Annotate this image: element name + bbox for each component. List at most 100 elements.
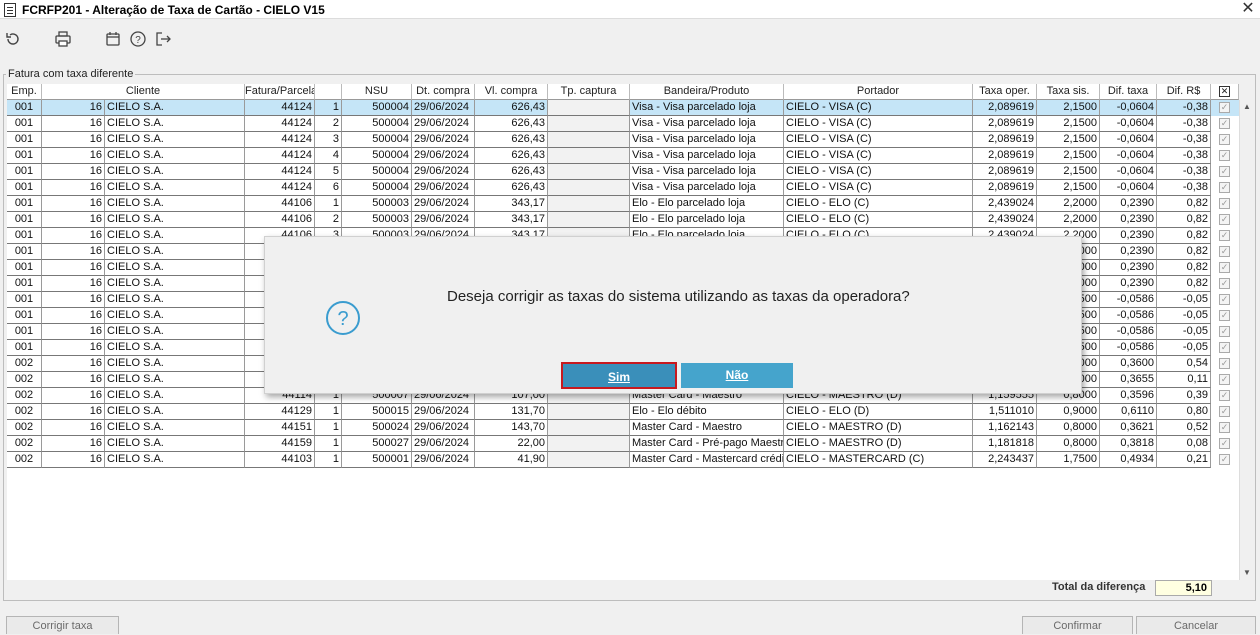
cell-nsu: 500004	[342, 180, 412, 196]
row-checkbox[interactable]: ✓	[1219, 422, 1230, 433]
cell-emp: 001	[7, 116, 42, 132]
table-row[interactable]: 001 16 CIELO S.A. 44124 1 500004 29/06/2024 626…	[7, 100, 1239, 116]
cell-bandeira: Elo - Elo parcelado loja	[630, 212, 784, 228]
cell-dift: 0,3600	[1100, 356, 1157, 372]
cell-dt: 29/06/2024	[412, 148, 475, 164]
table-row[interactable]: 001 16 CIELO S.A. 44124 5 500004 29/06/2024 626…	[7, 164, 1239, 180]
help-icon[interactable]: ?	[127, 28, 149, 50]
column-header[interactable]: Bandeira/Produto	[630, 84, 784, 100]
cell-cod: 16	[42, 404, 105, 420]
total-value: 5,10	[1155, 580, 1212, 596]
cell-emp: 001	[7, 324, 42, 340]
column-header[interactable]: NSU	[342, 84, 412, 100]
row-checkbox[interactable]: ✓	[1219, 182, 1230, 193]
column-header[interactable]: Cliente	[42, 84, 245, 100]
column-header[interactable]: Vl. compra	[475, 84, 548, 100]
cell-dift: 0,2390	[1100, 276, 1157, 292]
row-checkbox[interactable]: ✓	[1219, 118, 1230, 129]
cell-difr: -0,38	[1157, 148, 1211, 164]
cell-vl: 131,70	[475, 404, 548, 420]
table-row[interactable]: 002 16 CIELO S.A. 44103 1 500001 29/06/2024 41,…	[7, 452, 1239, 468]
cell-nsu: 500015	[342, 404, 412, 420]
cell-txsis: 2,2000	[1037, 212, 1100, 228]
cell-emp: 001	[7, 148, 42, 164]
sim-button[interactable]: Sim	[561, 362, 677, 389]
cancelar-button[interactable]: Cancelar	[1136, 616, 1256, 634]
column-header[interactable]: Taxa oper.	[973, 84, 1037, 100]
row-checkbox[interactable]: ✓	[1219, 326, 1230, 337]
column-header[interactable]: Tp. captura	[548, 84, 630, 100]
cell-nsu: 500027	[342, 436, 412, 452]
table-row[interactable]: 001 16 CIELO S.A. 44124 2 500004 29/06/2024 626…	[7, 116, 1239, 132]
corrigir-taxa-button[interactable]: Corrigir taxa	[6, 616, 119, 634]
cell-parc: 1	[315, 420, 342, 436]
column-header[interactable]: Dif. taxa	[1100, 84, 1157, 100]
cell-dift: 0,3818	[1100, 436, 1157, 452]
column-header[interactable]: Emp.	[7, 84, 42, 100]
column-header[interactable]: Portador	[784, 84, 973, 100]
select-all-checkbox[interactable]: ✕	[1211, 84, 1239, 100]
cell-dift: 0,2390	[1100, 228, 1157, 244]
close-button[interactable]: ✕	[1238, 0, 1258, 18]
cell-emp: 001	[7, 292, 42, 308]
table-row[interactable]: 002 16 CIELO S.A. 44129 1 500015 29/06/2024 131…	[7, 404, 1239, 420]
cell-cliente: CIELO S.A.	[105, 196, 245, 212]
nao-button[interactable]: Não	[681, 363, 793, 388]
cell-cliente: CIELO S.A.	[105, 324, 245, 340]
row-checkbox[interactable]: ✓	[1219, 294, 1230, 305]
calendar-icon[interactable]	[102, 28, 124, 50]
row-checkbox[interactable]: ✓	[1219, 102, 1230, 113]
row-checkbox[interactable]: ✓	[1219, 342, 1230, 353]
table-row[interactable]: 002 16 CIELO S.A. 44151 1 500024 29/06/2024 143…	[7, 420, 1239, 436]
cell-bandeira: Elo - Elo parcelado loja	[630, 196, 784, 212]
column-header[interactable]: Taxa sis.	[1037, 84, 1100, 100]
vertical-scrollbar[interactable]: ▲ ▼	[1239, 100, 1253, 580]
table-row[interactable]: 002 16 CIELO S.A. 44159 1 500027 29/06/2024 22,…	[7, 436, 1239, 452]
cell-dift: 0,2390	[1100, 260, 1157, 276]
cell-emp: 001	[7, 228, 42, 244]
row-checkbox[interactable]: ✓	[1219, 278, 1230, 289]
table-row[interactable]: 001 16 CIELO S.A. 44124 6 500004 29/06/2024 626…	[7, 180, 1239, 196]
refresh-icon[interactable]	[2, 28, 24, 50]
cell-fatura: 44124	[245, 132, 315, 148]
cell-dift: -0,0586	[1100, 324, 1157, 340]
row-checkbox[interactable]: ✓	[1219, 230, 1230, 241]
cell-emp: 001	[7, 196, 42, 212]
cell-bandeira: Master Card - Pré-pago Maestro	[630, 436, 784, 452]
exit-icon[interactable]	[152, 28, 174, 50]
row-checkbox[interactable]: ✓	[1219, 310, 1230, 321]
cell-fatura: 44106	[245, 212, 315, 228]
cell-difr: -0,38	[1157, 116, 1211, 132]
table-row[interactable]: 001 16 CIELO S.A. 44124 3 500004 29/06/2024 626…	[7, 132, 1239, 148]
row-checkbox[interactable]: ✓	[1219, 438, 1230, 449]
row-checkbox[interactable]: ✓	[1219, 262, 1230, 273]
question-icon: ?	[325, 300, 361, 336]
cell-cod: 16	[42, 452, 105, 468]
row-checkbox[interactable]: ✓	[1219, 134, 1230, 145]
row-checkbox[interactable]: ✓	[1219, 358, 1230, 369]
row-checkbox[interactable]: ✓	[1219, 150, 1230, 161]
row-checkbox[interactable]: ✓	[1219, 406, 1230, 417]
column-header[interactable]: Dt. compra	[412, 84, 475, 100]
scroll-up-icon[interactable]: ▲	[1240, 100, 1254, 114]
column-header[interactable]: Fatura/Parcela	[245, 84, 315, 100]
column-header[interactable]: Dif. R$	[1157, 84, 1211, 100]
cell-vl: 626,43	[475, 148, 548, 164]
table-row[interactable]: 001 16 CIELO S.A. 44124 4 500004 29/06/2024 626…	[7, 148, 1239, 164]
scroll-down-icon[interactable]: ▼	[1240, 566, 1254, 580]
row-checkbox[interactable]: ✓	[1219, 454, 1230, 465]
print-icon[interactable]	[52, 28, 74, 50]
table-row[interactable]: 001 16 CIELO S.A. 44106 2 500003 29/06/2024 343…	[7, 212, 1239, 228]
cell-fatura: 44103	[245, 452, 315, 468]
row-checkbox[interactable]: ✓	[1219, 198, 1230, 209]
table-row[interactable]: 001 16 CIELO S.A. 44106 1 500003 29/06/2024 343…	[7, 196, 1239, 212]
row-checkbox[interactable]: ✓	[1219, 374, 1230, 385]
cell-parc: 2	[315, 116, 342, 132]
row-checkbox[interactable]: ✓	[1219, 390, 1230, 401]
cell-cod: 16	[42, 388, 105, 404]
row-checkbox[interactable]: ✓	[1219, 166, 1230, 177]
row-checkbox[interactable]: ✓	[1219, 246, 1230, 257]
column-header[interactable]	[315, 84, 342, 100]
row-checkbox[interactable]: ✓	[1219, 214, 1230, 225]
confirmar-button[interactable]: Confirmar	[1022, 616, 1133, 634]
